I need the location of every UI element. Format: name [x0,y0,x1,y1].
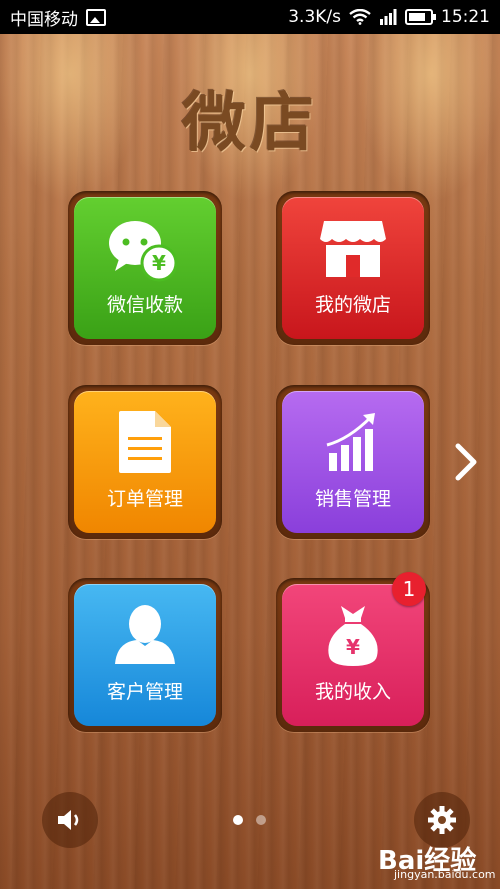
wechat-payment-icon: ¥ [109,221,178,282]
page-dot-active [233,815,243,825]
tile-frame-my-income: ¥ 我的收入 1 [276,572,430,732]
tile-frame-my-store: 我的微店 [276,191,430,345]
status-bar: 中国移动 3.3K/s 15:21 [0,0,500,34]
store-icon [320,221,386,277]
clock: 15:21 [441,7,490,27]
tile-frame-order-management: 订单管理 [68,385,222,539]
tile-frame-customer-management: 客户管理 [68,578,222,732]
battery-icon [405,9,436,25]
my-income-button[interactable]: ¥ 我的收入 [282,584,424,726]
order-management-button[interactable]: 订单管理 [74,391,216,533]
network-speed: 3.3K/s [288,7,341,27]
sales-chart-icon [326,413,375,471]
speaker-icon [58,810,79,830]
tile-label: 订单管理 [106,488,183,510]
signal-icon [380,9,397,25]
gear-icon [428,806,456,834]
watermark-url: jingyan.baidu.com [394,868,496,881]
image-notification-icon [86,8,106,26]
customer-management-button[interactable]: 客户管理 [74,584,216,726]
tile-label: 微信收款 [106,294,183,316]
notification-badge: 1 [392,572,426,606]
tile-label: 我的收入 [314,681,391,703]
sales-management-button[interactable]: 销售管理 [282,391,424,533]
page-dot [256,815,266,825]
user-icon [115,605,175,664]
tile-label: 我的微店 [314,294,391,316]
my-store-button[interactable]: 我的微店 [282,197,424,339]
chevron-right-icon[interactable] [452,440,482,484]
wechat-payment-button[interactable]: ¥ 微信收款 [74,197,216,339]
carrier-name: 中国移动 [10,9,78,30]
tile-frame-wechat-payment: ¥ 微信收款 [68,191,222,345]
svg-text:¥: ¥ [152,251,166,275]
tile-label: 客户管理 [106,681,183,703]
money-bag-icon: ¥ [328,606,378,666]
tile-label: 销售管理 [314,488,391,510]
wifi-icon [349,9,371,25]
sound-button[interactable] [42,792,98,848]
tile-frame-sales-management: 销售管理 [276,385,430,539]
app-title: 微店 [182,87,318,161]
svg-text:¥: ¥ [346,635,360,659]
document-icon [119,411,171,473]
